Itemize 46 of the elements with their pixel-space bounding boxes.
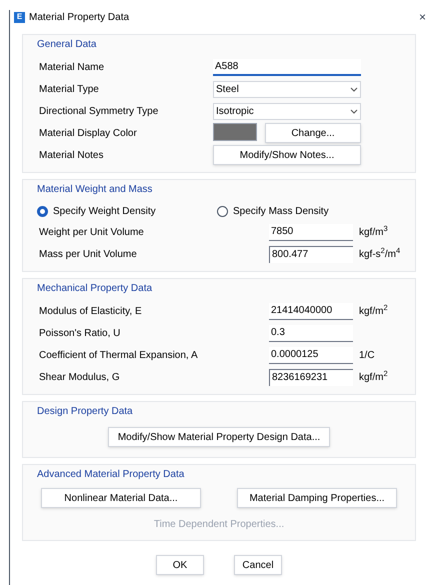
unit-label: kgf/m$^{3}$ (359, 224, 388, 240)
chevron-down-icon (350, 108, 358, 114)
unit-label: kgf-s$^{2}$/m$^{4}$ (359, 246, 400, 262)
unit-label: 1/C (359, 348, 375, 362)
radio-button[interactable] (217, 206, 228, 216)
input-field[interactable]: 21414040000 (269, 302, 353, 320)
dropdown[interactable]: Steel (213, 80, 361, 98)
input-field[interactable]: A588 (213, 58, 361, 76)
field-label: Material Display Color (38, 126, 138, 140)
dialog-button[interactable]: OK (156, 555, 204, 575)
field-label: Mass per Unit Volume (38, 248, 138, 262)
field-label: Poisson's Ratio, U (38, 326, 122, 340)
input-field[interactable]: 0.3 (269, 324, 353, 342)
radio-label: Specify Weight Density (53, 204, 156, 218)
dialog-button[interactable]: Cancel (234, 555, 282, 575)
dialog-button[interactable]: Change... (265, 123, 361, 143)
section-title: Design Property Data (37, 405, 134, 419)
field-label: Coefficient of Thermal Expansion, A (38, 348, 199, 362)
section-title: Mechanical Property Data (37, 282, 154, 296)
radio-button[interactable] (37, 206, 48, 216)
close-button[interactable]: × (418, 8, 426, 26)
input-field[interactable]: 8236169231 (269, 368, 353, 386)
field-label: Shear Modulus, G (38, 370, 121, 384)
input-field[interactable]: 7850 (269, 224, 353, 240)
input-field[interactable]: 0.0000125 (269, 346, 353, 364)
radio-label: Specify Mass Density (233, 204, 329, 218)
field-label: Weight per Unit Volume (38, 226, 145, 240)
unit-label: kgf/m$^{2}$ (359, 304, 388, 318)
unit-label: kgf/m$^{2}$ (359, 370, 388, 384)
field-label: Directional Symmetry Type (38, 104, 160, 118)
window-title: Material Property Data (29, 10, 130, 24)
input-field[interactable]: 800.477 (269, 246, 353, 262)
dialog-button[interactable]: Material Damping Properties... (237, 488, 397, 508)
app-icon: E (14, 12, 25, 22)
dialog-button[interactable]: Nonlinear Material Data... (41, 488, 201, 508)
dropdown[interactable]: Isotropic (213, 102, 361, 120)
field-label: Material Name (38, 60, 106, 74)
dialog-button[interactable]: Modify/Show Material Property Design Data... (108, 427, 330, 447)
section-title: General Data (37, 38, 98, 52)
chevron-down-icon (350, 86, 358, 92)
field-label: Material Notes (38, 148, 104, 162)
dialog-button[interactable]: Modify/Show Notes... (213, 145, 361, 165)
field-label: Modulus of Elasticity, E (38, 304, 143, 318)
field-label: Material Type (38, 82, 100, 96)
section-title: Advanced Material Property Data (37, 468, 186, 482)
section-title: Material Weight and Mass (37, 183, 154, 197)
